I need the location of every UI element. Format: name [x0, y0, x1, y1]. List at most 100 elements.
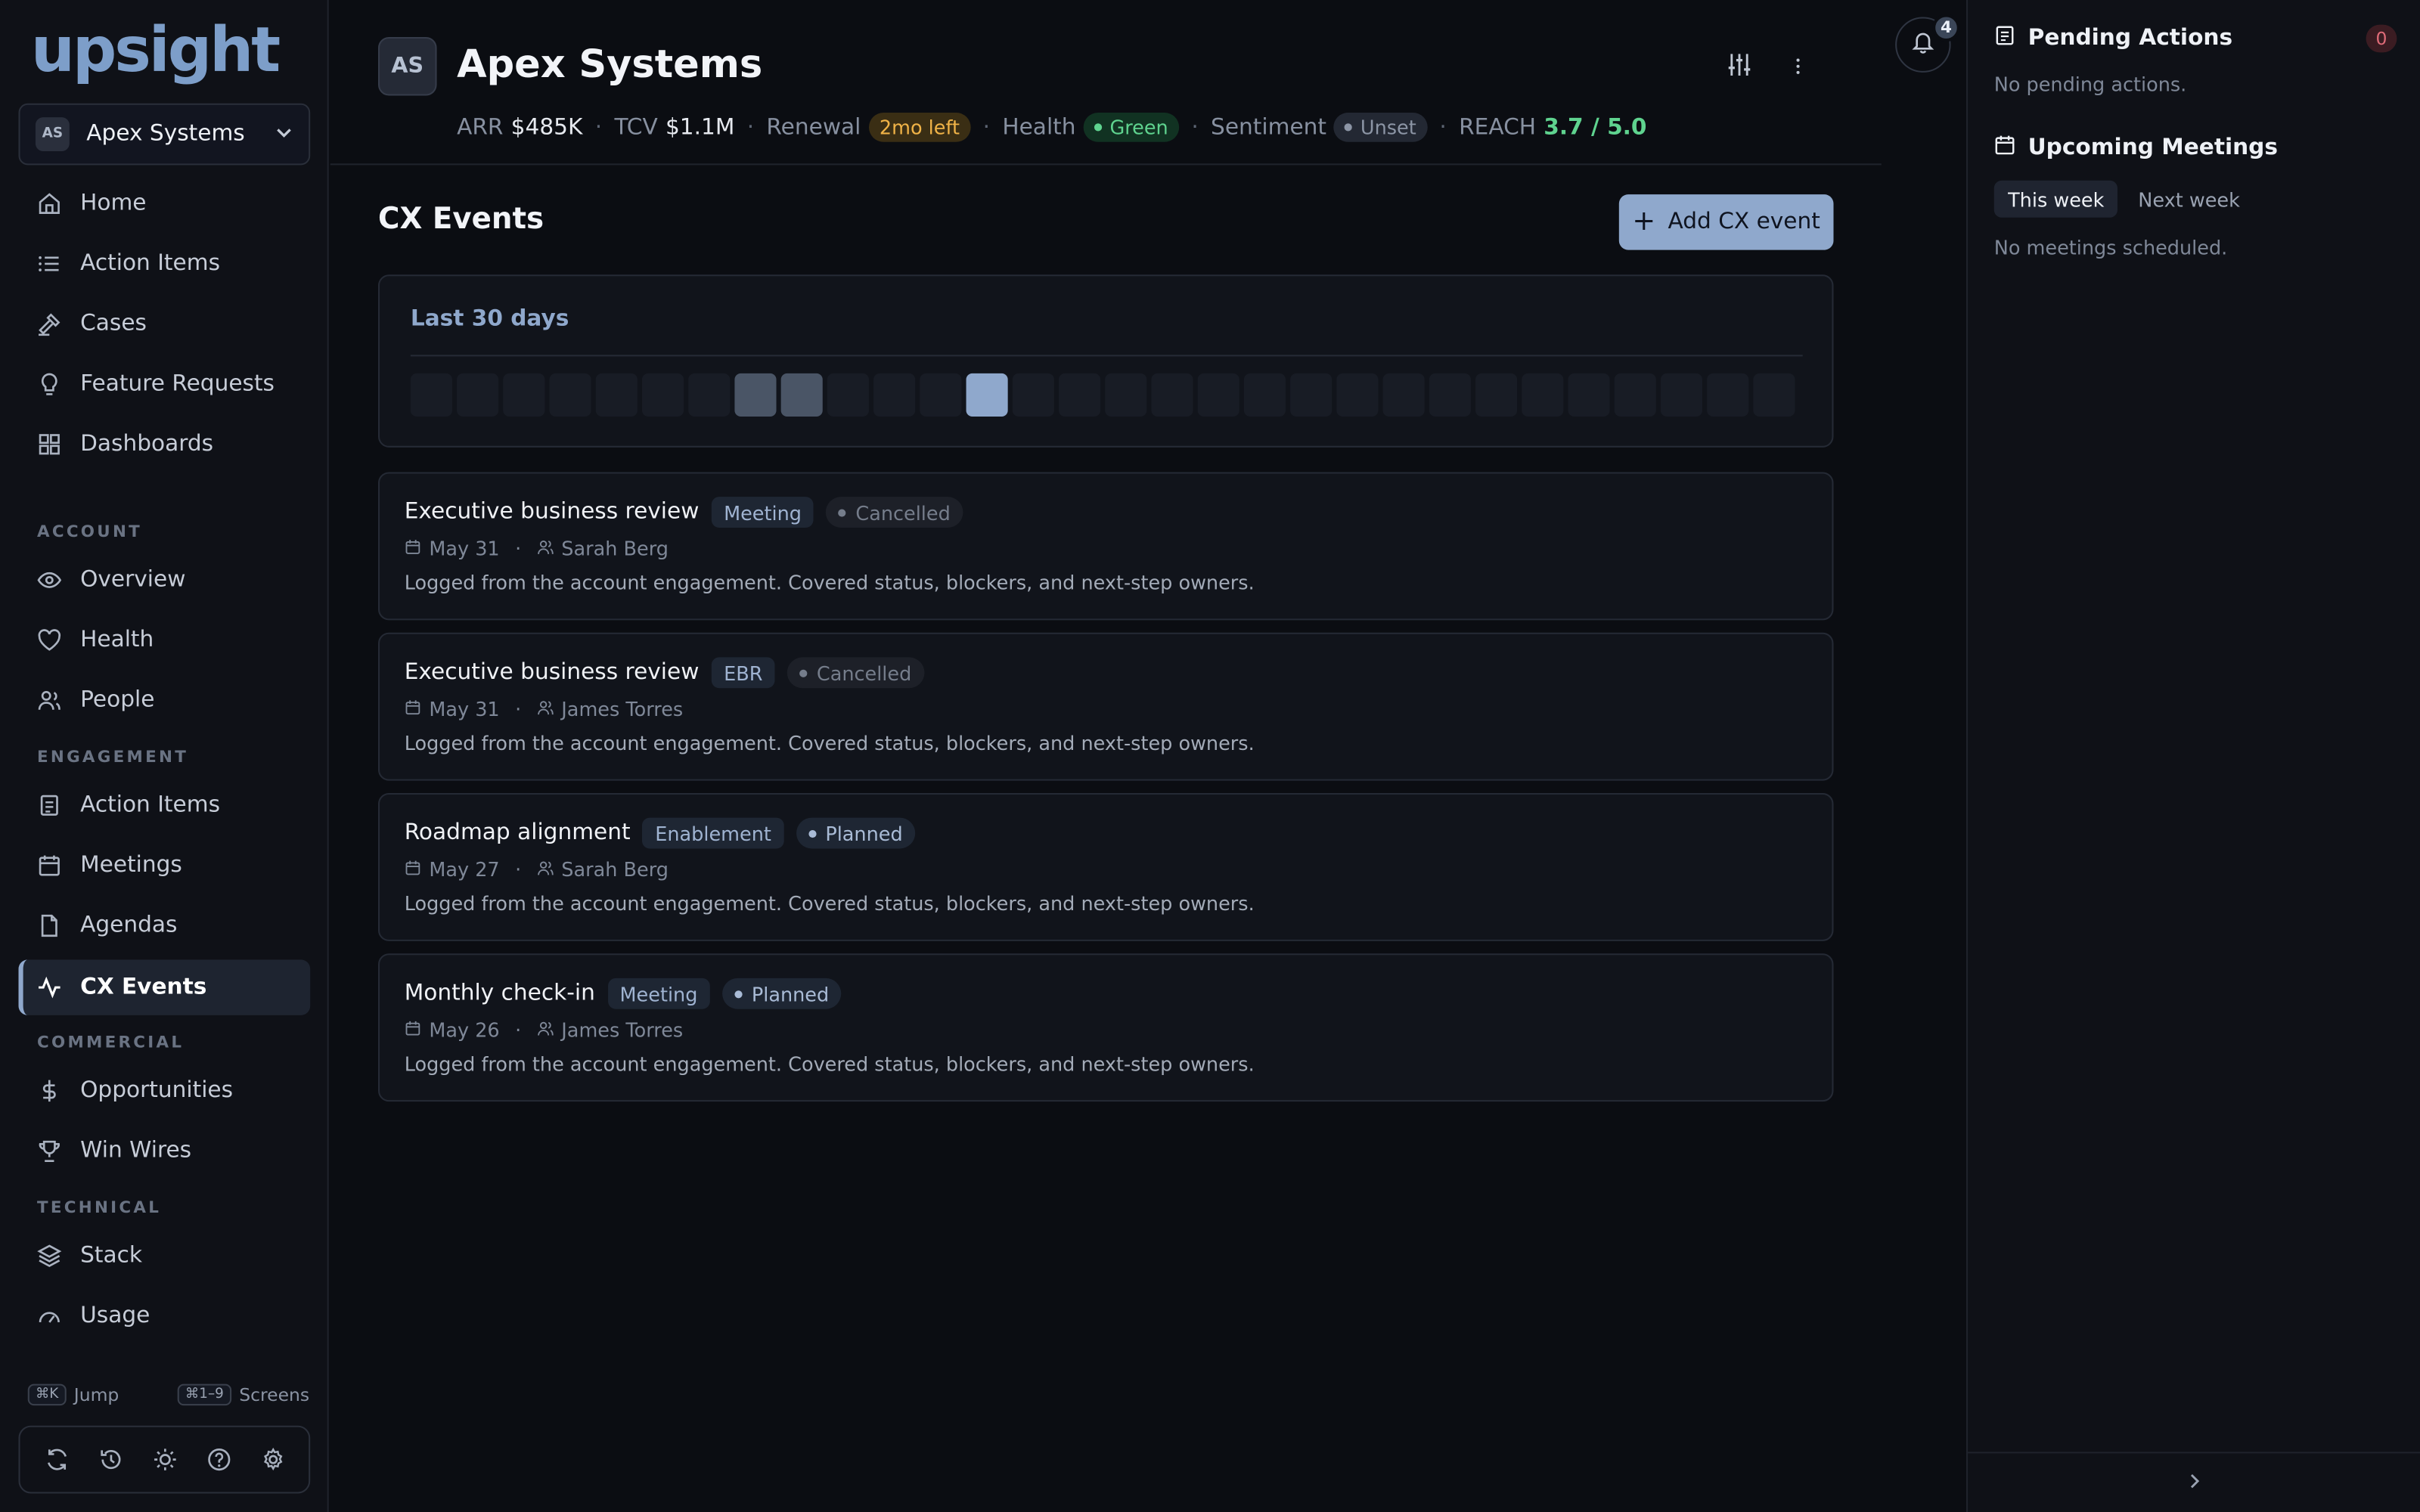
- heatmap-day-cell[interactable]: [734, 373, 777, 417]
- heatmap-day-cell[interactable]: [873, 373, 916, 417]
- meetings-empty: No meetings scheduled.: [1993, 236, 2228, 259]
- nav-feature-requests[interactable]: Feature Requests: [18, 356, 310, 411]
- nav-label: Home: [80, 191, 147, 216]
- nav-opportunities[interactable]: Opportunities: [18, 1063, 310, 1118]
- account-selector[interactable]: AS Apex Systems: [18, 103, 311, 166]
- cx-event-title: Executive business review: [404, 660, 700, 686]
- heatmap-day-cell[interactable]: [1012, 373, 1054, 417]
- nav-meetings[interactable]: Meetings: [18, 838, 310, 893]
- nav-label: Cases: [80, 311, 147, 336]
- heatmap-day-cell[interactable]: [827, 373, 869, 417]
- settings-icon[interactable]: [260, 1447, 285, 1472]
- tab-next-week[interactable]: Next week: [2124, 181, 2254, 218]
- sidebar-toolbar: [18, 1425, 311, 1494]
- cx-event-card[interactable]: Monthly check-in Meeting Planned May 26 …: [377, 953, 1834, 1102]
- nav-stack[interactable]: Stack: [18, 1228, 310, 1283]
- heatmap-day-cell[interactable]: [1290, 373, 1333, 417]
- cx-event-date: May 31: [429, 697, 500, 721]
- heatmap-day-cell[interactable]: [1475, 373, 1518, 417]
- nav-label: Dashboards: [80, 432, 214, 457]
- cx-event-description: Logged from the account engagement. Cove…: [404, 891, 1255, 916]
- sliders-icon[interactable]: [1726, 51, 1754, 85]
- nav-action-items[interactable]: Action Items: [18, 236, 310, 291]
- heatmap-day-cell[interactable]: [1243, 373, 1286, 417]
- heatmap-day-cell[interactable]: [1660, 373, 1703, 417]
- heatmap-day-cell[interactable]: [595, 373, 638, 417]
- heatmap-day-cell[interactable]: [688, 373, 731, 417]
- heatmap-day-cell[interactable]: [503, 373, 545, 417]
- nav-engagement-action-items[interactable]: Action Items: [18, 778, 310, 833]
- notifications-button[interactable]: 4: [1895, 14, 1960, 73]
- heatmap-row: [410, 373, 1795, 417]
- heatmap-day-cell[interactable]: [920, 373, 962, 417]
- page-title: Apex Systems: [457, 42, 763, 87]
- cx-event-card[interactable]: Executive business review Meeting Cancel…: [377, 472, 1834, 621]
- heatmap-day-cell[interactable]: [780, 373, 823, 417]
- pending-actions-header: Pending Actions: [1994, 25, 2232, 53]
- heatmap-day-cell[interactable]: [457, 373, 499, 417]
- cx-event-status-label: Planned: [751, 981, 830, 1005]
- file-icon: [36, 912, 64, 940]
- nav-label: CX Events: [80, 974, 207, 1000]
- app-logo[interactable]: upsight: [31, 15, 281, 86]
- heatmap-day-cell[interactable]: [549, 373, 591, 417]
- heatmap-day-cell[interactable]: [1382, 373, 1425, 417]
- heatmap-day-cell[interactable]: [641, 373, 684, 417]
- heatmap-day-cell[interactable]: [1197, 373, 1239, 417]
- cx-event-status: Cancelled: [787, 657, 924, 689]
- pending-actions-title: Pending Actions: [2028, 26, 2233, 51]
- chevron-right-icon[interactable]: [2186, 1469, 2204, 1497]
- nav-dashboards[interactable]: Dashboards: [18, 417, 310, 472]
- heatmap-day-cell[interactable]: [1105, 373, 1147, 417]
- nav-home[interactable]: Home: [18, 176, 310, 231]
- cx-event-card[interactable]: Executive business review EBR Cancelled …: [377, 632, 1834, 781]
- heatmap-day-cell[interactable]: [1568, 373, 1610, 417]
- calendar-icon: [405, 697, 421, 720]
- cx-event-status-label: Cancelled: [855, 500, 951, 524]
- shortcut-jump-label: Jump: [73, 1383, 119, 1406]
- health-value: Green: [1109, 116, 1168, 139]
- heatmap-day-cell[interactable]: [1429, 373, 1471, 417]
- main-content: AS Apex Systems ARR $485K · TCV $1.1M · …: [330, 0, 1966, 1512]
- gauge-icon: [36, 1302, 64, 1330]
- refresh-icon[interactable]: [44, 1447, 69, 1472]
- nav-usage[interactable]: Usage: [18, 1288, 310, 1343]
- nav-cx-events[interactable]: CX Events: [18, 959, 311, 1015]
- heatmap-day-cell[interactable]: [1707, 373, 1749, 417]
- shortcut-screens[interactable]: ⌘1–9 Screens: [177, 1383, 309, 1406]
- plus-icon: +: [1632, 205, 1656, 238]
- clipboard-icon: [1994, 25, 2016, 53]
- heatmap-day-cell[interactable]: [1522, 373, 1564, 417]
- cx-event-type: EBR: [711, 657, 775, 689]
- heatmap-day-cell[interactable]: [1614, 373, 1656, 417]
- add-cx-event-button[interactable]: + Add CX event: [1618, 194, 1834, 250]
- heatmap-day-cell[interactable]: [1151, 373, 1193, 417]
- heatmap-day-cell[interactable]: [1058, 373, 1101, 417]
- shortcut-jump[interactable]: ⌘K Jump: [27, 1383, 119, 1406]
- nav-cases[interactable]: Cases: [18, 296, 310, 352]
- cx-event-card[interactable]: Roadmap alignment Enablement Planned May…: [377, 792, 1834, 941]
- nav-health[interactable]: Health: [18, 612, 310, 668]
- heatmap-divider: [410, 355, 1803, 357]
- nav-label: Meetings: [80, 853, 182, 878]
- nav-win-wires[interactable]: Win Wires: [18, 1123, 310, 1179]
- sentiment-value: Unset: [1360, 116, 1416, 139]
- nav-agendas[interactable]: Agendas: [18, 898, 310, 953]
- sun-icon[interactable]: [152, 1447, 177, 1472]
- nav-overview[interactable]: Overview: [18, 553, 310, 608]
- calendar-icon: [405, 858, 421, 881]
- nav-label: Health: [80, 627, 154, 653]
- heatmap-day-cell[interactable]: [966, 373, 1008, 417]
- help-icon[interactable]: [206, 1447, 231, 1472]
- calendar-icon: [405, 537, 421, 560]
- more-vertical-icon[interactable]: [1787, 53, 1809, 82]
- history-icon[interactable]: [98, 1447, 123, 1472]
- heatmap-day-cell[interactable]: [410, 373, 452, 417]
- heatmap-day-cell[interactable]: [1336, 373, 1379, 417]
- heatmap-day-cell[interactable]: [1753, 373, 1795, 417]
- cx-event-status: Cancelled: [826, 497, 963, 528]
- nav-people[interactable]: People: [18, 673, 310, 728]
- clipboard-icon: [36, 792, 64, 820]
- nav-label: Usage: [80, 1303, 150, 1329]
- tab-this-week[interactable]: This week: [1993, 180, 2118, 218]
